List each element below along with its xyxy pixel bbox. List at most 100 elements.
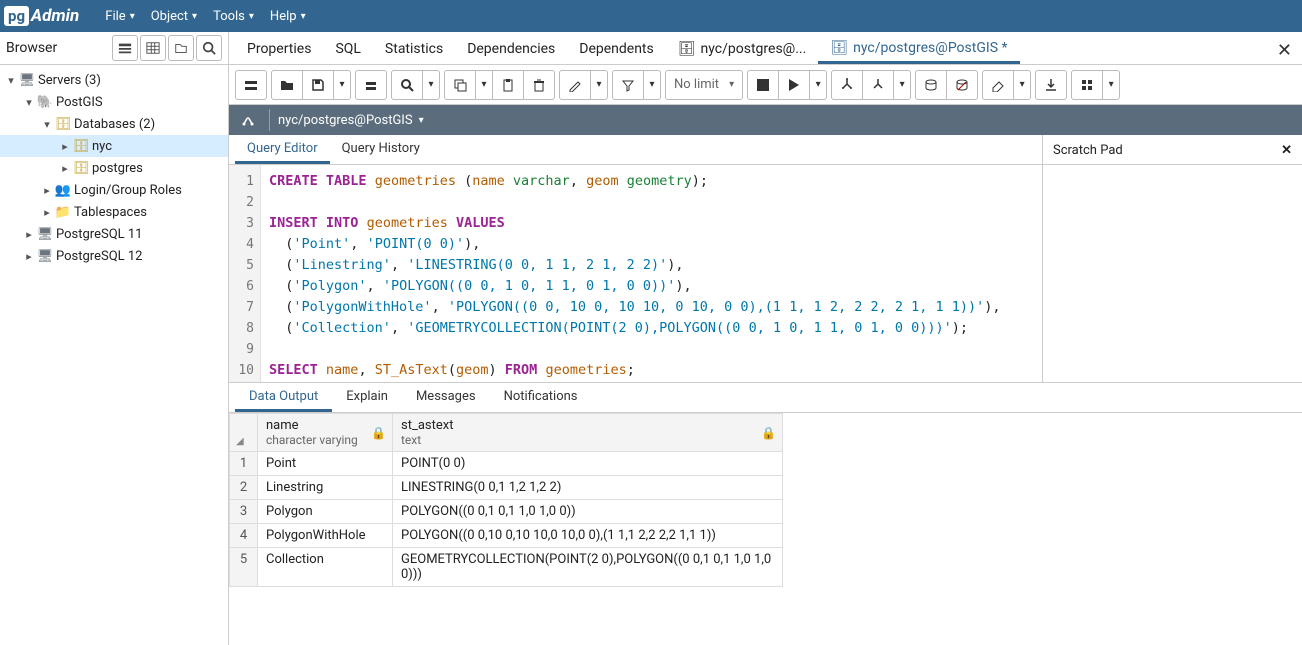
column-header-stastext[interactable]: st_astext text 🔒 bbox=[393, 414, 783, 452]
table-row[interactable]: 1PointPOINT(0 0) bbox=[230, 452, 783, 476]
tree-servers[interactable]: 🖥Servers (3) bbox=[0, 69, 228, 91]
connection-label: nyc/postgres@PostGIS bbox=[278, 113, 413, 128]
open-file-button[interactable] bbox=[271, 70, 303, 100]
close-icon[interactable]: ✕ bbox=[1281, 143, 1292, 158]
filter-button[interactable] bbox=[612, 70, 644, 100]
scratch-pad-header: Scratch Pad ✕ bbox=[1042, 135, 1302, 165]
clear-button[interactable] bbox=[982, 70, 1014, 100]
tab-query-1[interactable]: 🗄 nyc/postgres@... bbox=[666, 32, 819, 64]
tab-explain[interactable]: Explain bbox=[332, 383, 402, 412]
tree-label: Databases (2) bbox=[72, 117, 155, 132]
tab-dependencies[interactable]: Dependencies bbox=[455, 32, 567, 64]
execute-button[interactable] bbox=[778, 70, 810, 100]
explain-dropdown[interactable]: ▾ bbox=[893, 70, 911, 100]
table-row[interactable]: 2LinestringLINESTRING(0 0,1 1,2 1,2 2) bbox=[230, 476, 783, 500]
tab-notifications[interactable]: Notifications bbox=[490, 383, 592, 412]
cell-name[interactable]: Polygon bbox=[258, 500, 393, 524]
tree-db-nyc[interactable]: 🗄nyc bbox=[0, 135, 228, 157]
tab-statistics[interactable]: Statistics bbox=[373, 32, 455, 64]
rollback-button[interactable] bbox=[946, 70, 978, 100]
connection-selector[interactable]: nyc/postgres@PostGIS ▾ bbox=[278, 113, 424, 128]
browser-search[interactable] bbox=[196, 35, 222, 61]
lock-icon: 🔒 bbox=[371, 426, 386, 440]
menu-help[interactable]: Help▾ bbox=[262, 0, 314, 32]
tree-label: Servers (3) bbox=[36, 73, 101, 88]
copy-sql-button[interactable] bbox=[355, 70, 387, 100]
scratch-pad-label: Scratch Pad bbox=[1053, 143, 1123, 158]
tab-data-output[interactable]: Data Output bbox=[235, 383, 332, 412]
tree-db-postgres[interactable]: 🗄postgres bbox=[0, 157, 228, 179]
cell-name[interactable]: Linestring bbox=[258, 476, 393, 500]
find-button[interactable] bbox=[391, 70, 423, 100]
tab-query-editor[interactable]: Query Editor bbox=[235, 135, 330, 164]
macros-dropdown[interactable]: ▾ bbox=[1102, 70, 1120, 100]
cell-name[interactable]: Point bbox=[258, 452, 393, 476]
edit-button[interactable] bbox=[559, 70, 591, 100]
commit-button[interactable] bbox=[915, 70, 947, 100]
menu-object[interactable]: Object▾ bbox=[143, 0, 205, 32]
delete-button[interactable] bbox=[523, 70, 555, 100]
tab-query-2[interactable]: 🗄nyc/postgres@PostGIS * bbox=[818, 32, 1019, 64]
cell-stastext[interactable]: GEOMETRYCOLLECTION(POINT(2 0),POLYGON((0… bbox=[393, 548, 783, 587]
explain-analyze-button[interactable] bbox=[862, 70, 894, 100]
cell-name[interactable]: Collection bbox=[258, 548, 393, 587]
logo: pg Admin bbox=[4, 6, 79, 26]
rownum-header[interactable]: ◢ bbox=[230, 414, 258, 452]
logo-pg: pg bbox=[4, 6, 29, 26]
scratch-pad-pane[interactable] bbox=[1042, 165, 1302, 382]
browser-tool-2[interactable] bbox=[140, 35, 166, 61]
table-row[interactable]: 5CollectionGEOMETRYCOLLECTION(POINT(2 0)… bbox=[230, 548, 783, 587]
download-button[interactable] bbox=[1035, 70, 1067, 100]
content-area: ▾ ▾ ▾ ▾ ▾ No limit▾ bbox=[229, 65, 1302, 645]
chevron-down-icon: ▾ bbox=[301, 11, 306, 22]
clear-dropdown[interactable]: ▾ bbox=[1013, 70, 1031, 100]
menu-file[interactable]: File▾ bbox=[97, 0, 142, 32]
tab-close-button[interactable]: ✕ bbox=[1277, 40, 1292, 61]
tree-pg12[interactable]: 🖥PostgreSQL 12 bbox=[0, 245, 228, 267]
save-button[interactable] bbox=[302, 70, 334, 100]
tab-properties[interactable]: Properties bbox=[235, 32, 323, 64]
browser-tool-3[interactable] bbox=[168, 35, 194, 61]
database-icon: 🗄 bbox=[830, 40, 848, 56]
database-icon: 🗄 bbox=[54, 117, 72, 132]
table-row[interactable]: 4PolygonWithHolePOLYGON((0 0,10 0,10 10,… bbox=[230, 524, 783, 548]
chevron-down-icon: ▾ bbox=[419, 115, 424, 126]
database-icon: 🗄 bbox=[678, 41, 696, 57]
cell-stastext[interactable]: POLYGON((0 0,10 0,10 10,0 10,0 0),(1 1,1… bbox=[393, 524, 783, 548]
tab-messages[interactable]: Messages bbox=[402, 383, 490, 412]
connection-status-icon[interactable] bbox=[235, 109, 261, 131]
find-dropdown[interactable]: ▾ bbox=[422, 70, 440, 100]
connection-bar: nyc/postgres@PostGIS ▾ bbox=[229, 105, 1302, 135]
tab-query-1-label: nyc/postgres@... bbox=[701, 41, 807, 57]
tab-dependents[interactable]: Dependents bbox=[567, 32, 665, 64]
paste-button[interactable] bbox=[492, 70, 524, 100]
tree-databases[interactable]: 🗄Databases (2) bbox=[0, 113, 228, 135]
cell-stastext[interactable]: POLYGON((0 0,1 0,1 1,0 1,0 0)) bbox=[393, 500, 783, 524]
edit-dropdown[interactable]: ▾ bbox=[590, 70, 608, 100]
copy-button[interactable] bbox=[444, 70, 476, 100]
tab-sql[interactable]: SQL bbox=[323, 32, 372, 64]
execute-dropdown[interactable]: ▾ bbox=[809, 70, 827, 100]
macros-button[interactable] bbox=[1071, 70, 1103, 100]
expand-icon bbox=[40, 184, 54, 197]
tree-pg11[interactable]: 🖥PostgreSQL 11 bbox=[0, 223, 228, 245]
stop-button[interactable] bbox=[747, 70, 779, 100]
browser-tool-1[interactable] bbox=[112, 35, 138, 61]
tab-query-history[interactable]: Query History bbox=[330, 135, 432, 164]
code-area[interactable]: CREATE TABLE geometries (name varchar, g… bbox=[261, 165, 1042, 382]
tree-tablespaces[interactable]: 📁Tablespaces bbox=[0, 201, 228, 223]
toggle-panel-button[interactable] bbox=[235, 70, 267, 100]
copy-dropdown[interactable]: ▾ bbox=[475, 70, 493, 100]
cell-stastext[interactable]: LINESTRING(0 0,1 1,2 1,2 2) bbox=[393, 476, 783, 500]
column-header-name[interactable]: name character varying 🔒 bbox=[258, 414, 393, 452]
menu-tools[interactable]: Tools▾ bbox=[205, 0, 262, 32]
filter-dropdown[interactable]: ▾ bbox=[643, 70, 661, 100]
save-dropdown[interactable]: ▾ bbox=[333, 70, 351, 100]
table-row[interactable]: 3PolygonPOLYGON((0 0,1 0,1 1,0 1,0 0)) bbox=[230, 500, 783, 524]
cell-stastext[interactable]: POINT(0 0) bbox=[393, 452, 783, 476]
tree-roles[interactable]: 👥Login/Group Roles bbox=[0, 179, 228, 201]
cell-name[interactable]: PolygonWithHole bbox=[258, 524, 393, 548]
explain-button[interactable] bbox=[831, 70, 863, 100]
tree-postgis[interactable]: 🐘PostGIS bbox=[0, 91, 228, 113]
row-limit-select[interactable]: No limit▾ bbox=[665, 70, 743, 100]
